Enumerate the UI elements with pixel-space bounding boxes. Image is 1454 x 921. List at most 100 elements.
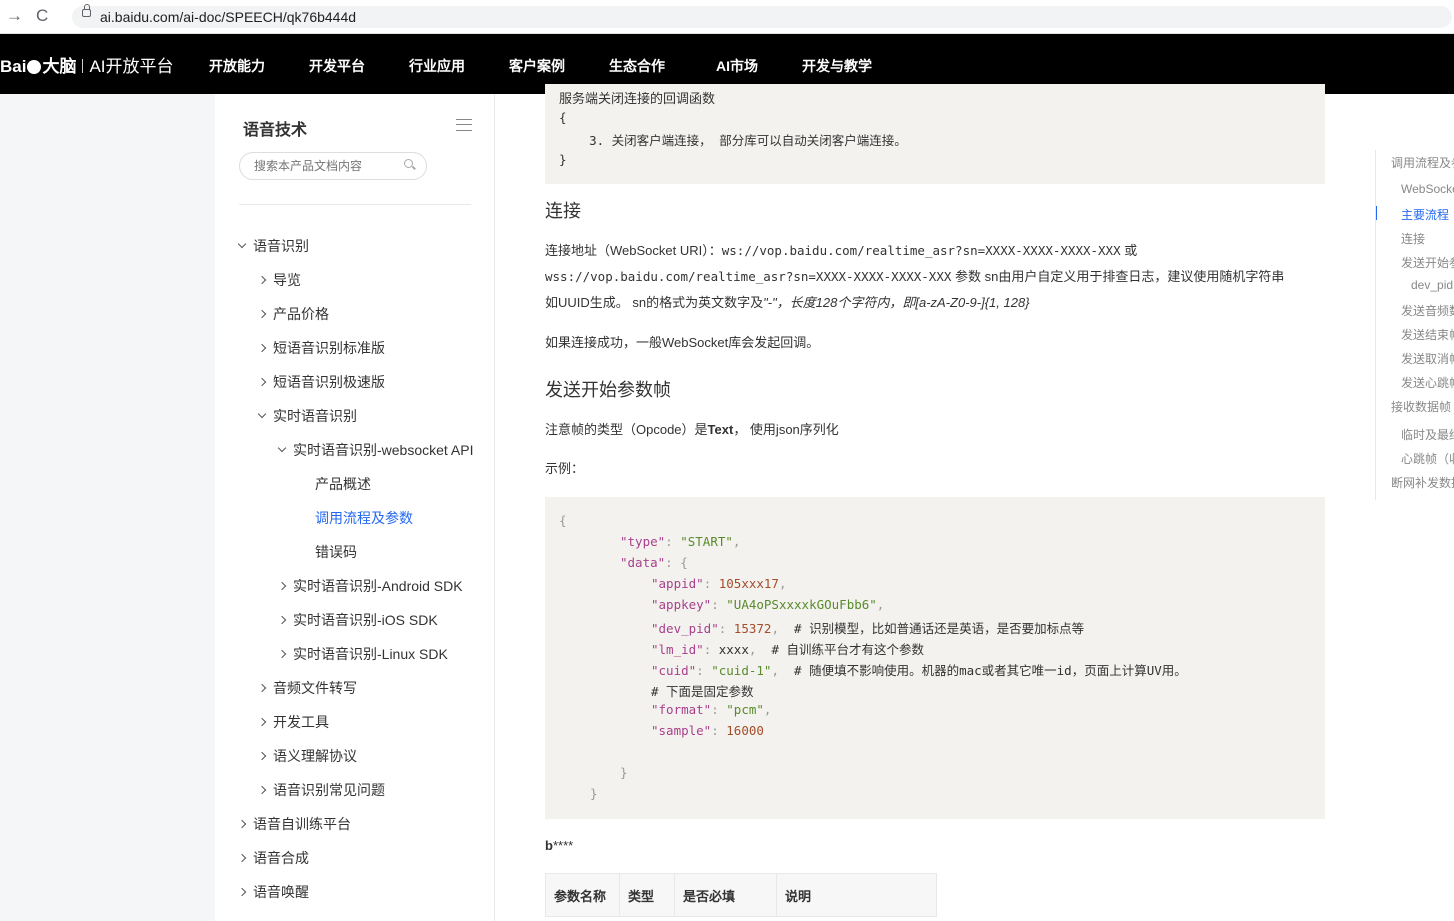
nav-item-ai-market[interactable]: AI市场: [716, 56, 758, 76]
json-number: 16000: [726, 723, 764, 738]
json-comment: # 下面是固定参数: [651, 684, 754, 699]
sidebar-item-label: 实时语音识别: [273, 408, 357, 424]
sidebar-item-label: 语音合成: [253, 850, 309, 866]
toc-active-marker: [1376, 206, 1377, 220]
json-number: 15372: [733, 621, 772, 636]
code-brace: {: [559, 513, 567, 528]
chevron-right-icon: [257, 377, 267, 387]
logo-separator: [82, 59, 84, 73]
nav-item-dev-teaching[interactable]: 开发与教学: [802, 56, 872, 76]
example-label: 示例：: [545, 461, 585, 476]
sidebar-item-label: 短语音识别极速版: [273, 374, 385, 390]
sidebar-item-label: 实时语音识别-Android SDK: [293, 578, 463, 594]
toc-item[interactable]: dev_pid: [1411, 278, 1453, 292]
json-key: "data": [620, 555, 666, 570]
sidebar-item-label: 产品价格: [273, 306, 329, 322]
json-key: "lm_id": [651, 642, 704, 657]
toc-item[interactable]: 调用流程及参: [1391, 154, 1454, 171]
b-label-bold: b: [545, 838, 553, 853]
note-text-tail: ， 使用json序列化: [733, 422, 839, 437]
code-line: {: [559, 110, 567, 125]
connect-sn-note: 参数 sn由用户自定义用于排查日志，建议使用随机字符串: [951, 269, 1285, 284]
json-string: "UA4oPSxxxxkGOuFbb6": [726, 597, 877, 612]
table-header-cell: 是否必填: [674, 873, 777, 917]
note-text-bold: Text: [707, 422, 734, 437]
chevron-right-icon: [257, 309, 267, 319]
toc-item[interactable]: WebSocke: [1401, 182, 1454, 196]
json-comment: # 识别模型，比如普通话还是英语，是否要加标点等: [794, 621, 1085, 636]
reload-icon[interactable]: C: [36, 6, 48, 26]
json-key: "format": [651, 702, 712, 717]
code-brace: }: [620, 765, 628, 780]
chevron-right-icon: [257, 343, 267, 353]
code-line: 3. 关闭客户端连接， 部分库可以自动关闭客户端连接。: [559, 133, 907, 148]
chevron-down-icon: [237, 239, 247, 249]
toc-item[interactable]: 临时及最终: [1401, 426, 1454, 443]
chevron-right-icon: [257, 751, 267, 761]
sidebar-item-label: 实时语音识别-Linux SDK: [293, 646, 448, 662]
baidu-ai-logo[interactable]: Bai 大脑 AI开放平台: [0, 52, 174, 77]
chevron-right-icon: [277, 581, 287, 591]
toc-item[interactable]: 发送结束帧: [1401, 326, 1454, 343]
start-frame-note: 注意帧的类型（Opcode）是Text， 使用json序列化: [545, 417, 1335, 443]
json-value: xxxx: [718, 642, 749, 657]
sidebar-item-label: 短语音识别标准版: [273, 340, 385, 356]
chevron-right-icon: [237, 887, 247, 897]
table-header-row: 参数名称 类型 是否必填 说明: [545, 873, 937, 917]
b-label: b****: [545, 833, 1335, 859]
forward-arrow-icon[interactable]: →: [6, 6, 23, 26]
json-number: 105xxx17: [718, 576, 779, 591]
toc-item[interactable]: 发送取消帧: [1401, 350, 1454, 367]
connect-success-text: 如果连接成功，一般WebSocket库会发起回调。: [545, 335, 820, 350]
chevron-down-icon: [257, 409, 267, 419]
menu-icon[interactable]: [456, 119, 472, 131]
connect-or: 或: [1120, 243, 1138, 258]
toc-item[interactable]: 发送心跳帧: [1401, 374, 1454, 391]
sidebar-item-label: 实时语音识别-iOS SDK: [293, 612, 438, 628]
nav-item-open-capability[interactable]: 开放能力: [209, 56, 265, 76]
toc-item[interactable]: 发送音频数: [1401, 302, 1454, 319]
browser-address-bar: → C ai.baidu.com/ai-doc/SPEECH/qk76b444d: [0, 0, 1454, 34]
code-line: }: [559, 152, 567, 167]
code-brace: }: [590, 786, 598, 801]
json-key: "appkey": [651, 597, 712, 612]
search-icon[interactable]: [404, 159, 413, 168]
toc-item[interactable]: 断网补发数据: [1391, 474, 1454, 491]
code-block-close-callback: 服务端关闭连接的回调函数 { 3. 关闭客户端连接， 部分库可以自动关闭客户端连…: [545, 84, 1325, 184]
chevron-right-icon: [237, 853, 247, 863]
code-block-json-example: { "type": "START", "data": { "appid": 10…: [545, 497, 1325, 819]
chevron-right-icon: [257, 683, 267, 693]
sidebar-item-label: 导览: [273, 272, 301, 288]
toc-item-active[interactable]: 主要流程: [1401, 206, 1449, 223]
json-key: "cuid": [651, 663, 697, 678]
nav-item-industry[interactable]: 行业应用: [409, 56, 465, 76]
code-line: 服务端关闭连接的回调函数: [559, 91, 716, 106]
json-string: "pcm": [726, 702, 764, 717]
table-header-cell: 说明: [776, 873, 937, 917]
sidebar-search-input[interactable]: [239, 152, 427, 180]
json-string: "START": [680, 534, 733, 549]
nav-item-cases[interactable]: 客户案例: [509, 56, 565, 76]
json-comment: # 自训练平台才有这个参数: [771, 642, 924, 657]
logo-text: Bai: [0, 57, 27, 76]
sidebar-item-label: 语音识别常见问题: [273, 782, 385, 798]
logo-text-brain: 大脑: [42, 57, 77, 76]
connect-sn-format: 如UUID生成。 sn的格式为英文数字及: [545, 295, 764, 310]
heading-connect: 连接: [545, 201, 581, 221]
chevron-right-icon: [277, 615, 287, 625]
table-of-contents: 调用流程及参 WebSocke 主要流程 连接 发送开始参 dev_pid 发送…: [1375, 150, 1454, 500]
sidebar-item-label: 语音识别: [253, 238, 309, 254]
json-comment: # 随便填不影响使用。机器的mac或者其它唯一id，页面上计算UV用。: [794, 663, 1187, 678]
nav-item-ecosystem[interactable]: 生态合作: [609, 56, 665, 76]
url-field[interactable]: ai.baidu.com/ai-doc/SPEECH/qk76b444d: [72, 6, 1452, 28]
toc-item[interactable]: 心跳帧（收: [1401, 450, 1454, 467]
toc-item[interactable]: 接收数据帧: [1391, 398, 1451, 415]
connect-paragraph: 连接地址（WebSocket URI）：ws://vop.baidu.com/r…: [545, 238, 1335, 316]
connect-sn-format-italic: "-"，长度128个字符内，即[a-zA-Z0-9-]{1, 128}: [763, 295, 1030, 310]
sidebar-item-label: 语义理解协议: [273, 748, 357, 764]
sidebar-item-label: 调用流程及参数: [315, 510, 413, 526]
toc-item[interactable]: 发送开始参: [1401, 254, 1454, 271]
json-string: "cuid-1": [711, 663, 772, 678]
toc-item[interactable]: 连接: [1401, 230, 1425, 247]
nav-item-dev-platform[interactable]: 开发平台: [309, 56, 365, 76]
